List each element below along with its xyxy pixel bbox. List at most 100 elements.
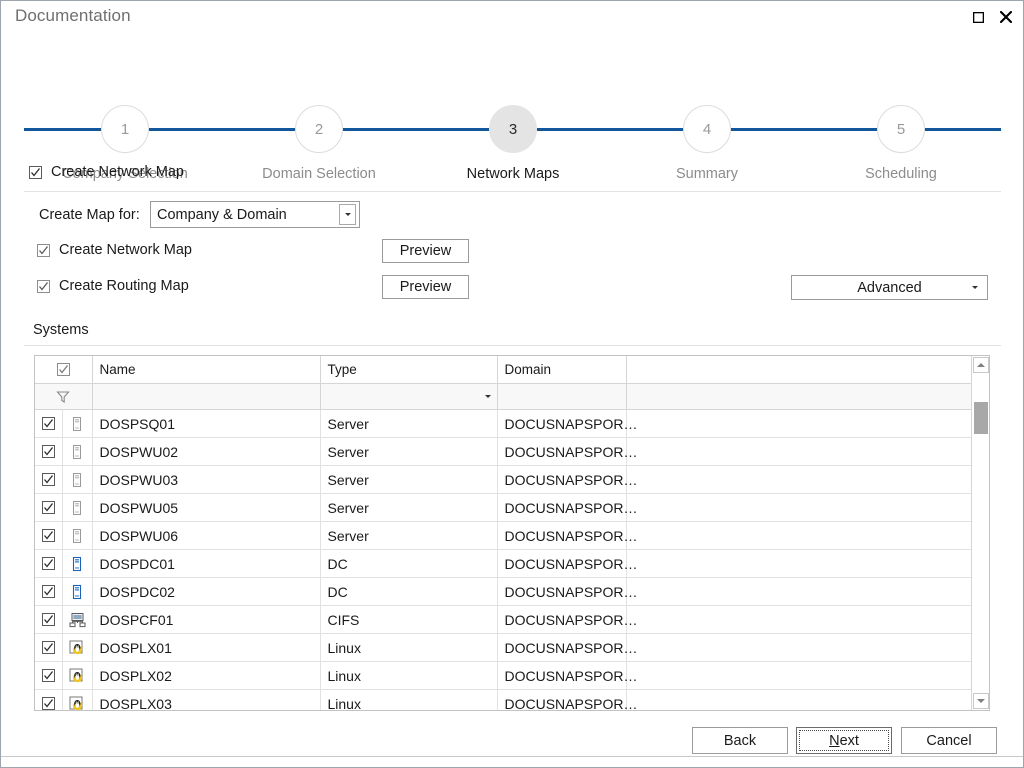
row-domain: DOCUSNAPSPOR…: [497, 633, 638, 662]
row-checkbox-cell[interactable]: [35, 661, 63, 690]
create-routing-map-checkbox[interactable]: [37, 279, 50, 293]
row-name: DOSPWU05: [92, 493, 321, 522]
server-icon: [63, 416, 92, 432]
row-type: Server: [320, 493, 498, 522]
table-row[interactable]: DOSPWU03 Server DOCUSNAPSPOR…: [35, 465, 989, 494]
server-icon: [63, 528, 92, 544]
select-all-checkbox[interactable]: [56, 363, 70, 376]
row-type: Server: [320, 465, 498, 494]
server-icon: [63, 500, 92, 516]
advanced-dropdown-button[interactable]: Advanced: [791, 275, 988, 300]
row-checkbox[interactable]: [41, 697, 55, 710]
row-blank: [626, 577, 989, 606]
create-network-map-checkbox[interactable]: [37, 243, 50, 257]
chevron-down-icon[interactable]: [339, 204, 356, 225]
row-checkbox-cell[interactable]: [35, 437, 63, 466]
row-checkbox[interactable]: [41, 557, 55, 570]
scroll-up-icon[interactable]: [973, 357, 989, 373]
row-blank: [626, 493, 989, 522]
filter-icon[interactable]: [35, 390, 92, 404]
filter-input-name[interactable]: [92, 383, 321, 410]
table-row[interactable]: DOSPDC02 DC DOCUSNAPSPOR…: [35, 577, 989, 606]
step-network-maps[interactable]: 3 Network Maps: [443, 105, 583, 182]
row-checkbox-cell[interactable]: [35, 689, 63, 710]
row-type-icon-cell: [62, 661, 93, 690]
row-checkbox[interactable]: [41, 529, 55, 542]
create-map-for-select[interactable]: Company & Domain: [150, 201, 360, 228]
row-type: Linux: [320, 689, 498, 710]
table-row[interactable]: DOSPDC01 DC DOCUSNAPSPOR…: [35, 549, 989, 578]
create-routing-map-row[interactable]: Create Routing Map: [37, 278, 189, 294]
step-domain-selection[interactable]: 2 Domain Selection: [249, 105, 389, 182]
row-type-icon-cell: [62, 437, 93, 466]
maximize-icon[interactable]: [965, 6, 991, 28]
row-blank: [626, 689, 989, 710]
row-checkbox[interactable]: [41, 501, 55, 514]
row-checkbox[interactable]: [41, 585, 55, 598]
column-header-name[interactable]: Name: [92, 356, 321, 384]
table-row[interactable]: DOSPWU05 Server DOCUSNAPSPOR…: [35, 493, 989, 522]
table-row[interactable]: DOSPLX02 Linux DOCUSNAPSPOR…: [35, 661, 989, 690]
row-checkbox[interactable]: [41, 641, 55, 654]
row-type: Server: [320, 521, 498, 550]
filter-toggle-cell[interactable]: [35, 383, 93, 410]
filter-input-domain[interactable]: [497, 383, 627, 410]
row-checkbox-cell[interactable]: [35, 409, 63, 438]
table-row[interactable]: DOSPLX03 Linux DOCUSNAPSPOR…: [35, 689, 989, 710]
systems-grid: Name Type Domain DOSPSQ01 Server DOCUSNA…: [34, 355, 990, 711]
table-row[interactable]: DOSPWU06 Server DOCUSNAPSPOR…: [35, 521, 989, 550]
filter-input-type[interactable]: [320, 383, 498, 410]
cancel-button[interactable]: Cancel: [901, 727, 997, 754]
create-network-map-master-checkbox[interactable]: [29, 165, 42, 179]
step-number-1: 1: [120, 120, 130, 138]
scroll-down-icon[interactable]: [973, 693, 989, 709]
back-button[interactable]: Back: [692, 727, 788, 754]
row-checkbox-cell[interactable]: [35, 633, 63, 662]
row-type-icon-cell: [62, 605, 93, 634]
row-checkbox-cell[interactable]: [35, 521, 63, 550]
row-checkbox[interactable]: [41, 445, 55, 458]
row-checkbox[interactable]: [41, 417, 55, 430]
row-checkbox-cell[interactable]: [35, 465, 63, 494]
step-summary[interactable]: 4 Summary: [637, 105, 777, 182]
row-checkbox[interactable]: [41, 613, 55, 626]
systems-table-head: Name Type Domain: [35, 356, 989, 410]
next-button[interactable]: Next: [796, 727, 892, 754]
server-icon: [63, 444, 92, 460]
scrollbar-thumb[interactable]: [974, 402, 988, 434]
close-icon[interactable]: [993, 6, 1019, 28]
row-type: DC: [320, 549, 498, 578]
row-domain: DOCUSNAPSPOR…: [497, 577, 638, 606]
table-row[interactable]: DOSPLX01 Linux DOCUSNAPSPOR…: [35, 633, 989, 662]
step-scheduling[interactable]: 5 Scheduling: [831, 105, 971, 182]
table-row[interactable]: DOSPCF01 CIFS DOCUSNAPSPOR…: [35, 605, 989, 634]
row-checkbox-cell[interactable]: [35, 577, 63, 606]
table-row[interactable]: DOSPWU02 Server DOCUSNAPSPOR…: [35, 437, 989, 466]
table-row[interactable]: DOSPSQ01 Server DOCUSNAPSPOR…: [35, 409, 989, 438]
network-map-preview-button[interactable]: Preview: [382, 239, 469, 263]
column-header-domain[interactable]: Domain: [497, 356, 627, 384]
step-circle-2: 2: [295, 105, 343, 153]
row-type-icon-cell: [62, 633, 93, 662]
row-domain: DOCUSNAPSPOR…: [497, 437, 638, 466]
row-checkbox-cell[interactable]: [35, 493, 63, 522]
row-checkbox[interactable]: [41, 669, 55, 682]
row-blank: [626, 633, 989, 662]
row-blank: [626, 661, 989, 690]
advanced-chevron-down-icon: [972, 285, 978, 289]
systems-vertical-scrollbar[interactable]: [971, 356, 989, 710]
systems-divider: [24, 345, 1001, 346]
routing-map-preview-button[interactable]: Preview: [382, 275, 469, 299]
column-header-type[interactable]: Type: [320, 356, 498, 384]
create-network-map-master-row[interactable]: Create Network Map: [29, 164, 184, 180]
select-all-header[interactable]: [35, 356, 93, 384]
row-checkbox[interactable]: [41, 473, 55, 486]
row-checkbox-cell[interactable]: [35, 549, 63, 578]
row-type: Server: [320, 437, 498, 466]
row-type: Linux: [320, 661, 498, 690]
create-network-map-row[interactable]: Create Network Map: [37, 242, 192, 258]
row-type-icon-cell: [62, 493, 93, 522]
create-map-for-label: Create Map for:: [39, 207, 140, 223]
row-checkbox-cell[interactable]: [35, 605, 63, 634]
filter-type-chevron-down-icon[interactable]: [484, 394, 491, 398]
